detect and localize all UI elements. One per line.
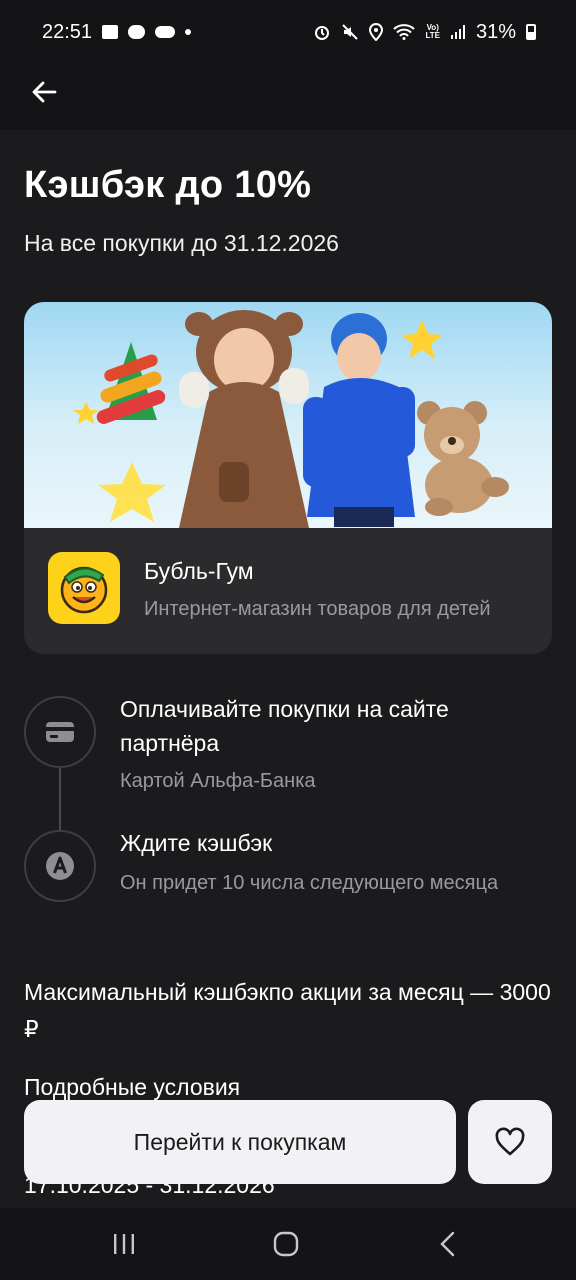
back-button[interactable]	[24, 72, 64, 112]
home-button[interactable]	[266, 1226, 306, 1262]
mute-icon	[341, 23, 359, 41]
recent-apps-icon	[114, 1234, 134, 1254]
battery-percent: 31%	[475, 20, 516, 43]
home-icon	[273, 1231, 299, 1257]
back-icon	[440, 1231, 455, 1257]
details-title[interactable]: Подробные условия	[24, 1074, 240, 1101]
step-1-subtitle: Картой Альфа-Банка	[120, 770, 316, 792]
partner-banner-image	[24, 302, 552, 528]
partner-description: Интернет-магазин товаров для детей	[144, 598, 491, 620]
partner-name: Бубль-Гум	[144, 558, 254, 584]
status-left: 22:51	[42, 20, 192, 44]
favorite-button[interactable]	[468, 1100, 552, 1184]
step-2-circle	[24, 830, 96, 902]
bubblegum-logo-icon	[60, 566, 108, 614]
alarm-icon	[313, 23, 331, 41]
step-2-title: Ждите кэшбэк	[120, 830, 273, 856]
wear-icon	[155, 26, 176, 38]
system-nav-bar	[0, 1208, 576, 1280]
go-to-shopping-button[interactable]: Перейти к покупкам	[24, 1100, 456, 1184]
step-1-circle	[24, 696, 96, 768]
steps-connector-line	[59, 768, 61, 830]
message-icon	[128, 25, 146, 39]
status-bar: 22:51 Vo) LTE 31%	[0, 0, 576, 64]
partner-logo	[48, 552, 120, 624]
max-cashback-text: Максимальный кэшбэкпо акции за месяц — 3…	[24, 979, 551, 1042]
volte-icon: Vo) LTE	[425, 23, 440, 40]
status-right: Vo) LTE 31%	[313, 21, 536, 44]
gallery-icon	[102, 25, 119, 39]
partner-card[interactable]: Бубль-Гум Интернет-магазин товаров для д…	[24, 302, 552, 654]
offer-subtitle: На все покупки до 31.12.2026	[24, 230, 339, 256]
dot-icon	[185, 29, 192, 35]
arrow-left-icon	[32, 81, 57, 103]
location-icon	[369, 23, 384, 41]
card-icon	[46, 722, 74, 742]
status-time: 22:51	[42, 20, 93, 43]
heart-icon	[495, 1127, 525, 1156]
wifi-icon	[393, 24, 416, 40]
recent-apps-button[interactable]	[104, 1226, 144, 1262]
battery-icon	[526, 24, 536, 40]
step-2-subtitle: Он придет 10 числа следующего месяца	[120, 872, 499, 894]
alfa-logo-icon	[46, 852, 74, 880]
app-bar	[0, 64, 576, 130]
step-1-title: Оплачивайте покупки на сайте партнёра	[120, 696, 449, 756]
signal-icon	[450, 24, 466, 40]
page-title: Кэшбэк до 10%	[24, 164, 312, 206]
system-back-button[interactable]	[428, 1226, 468, 1262]
